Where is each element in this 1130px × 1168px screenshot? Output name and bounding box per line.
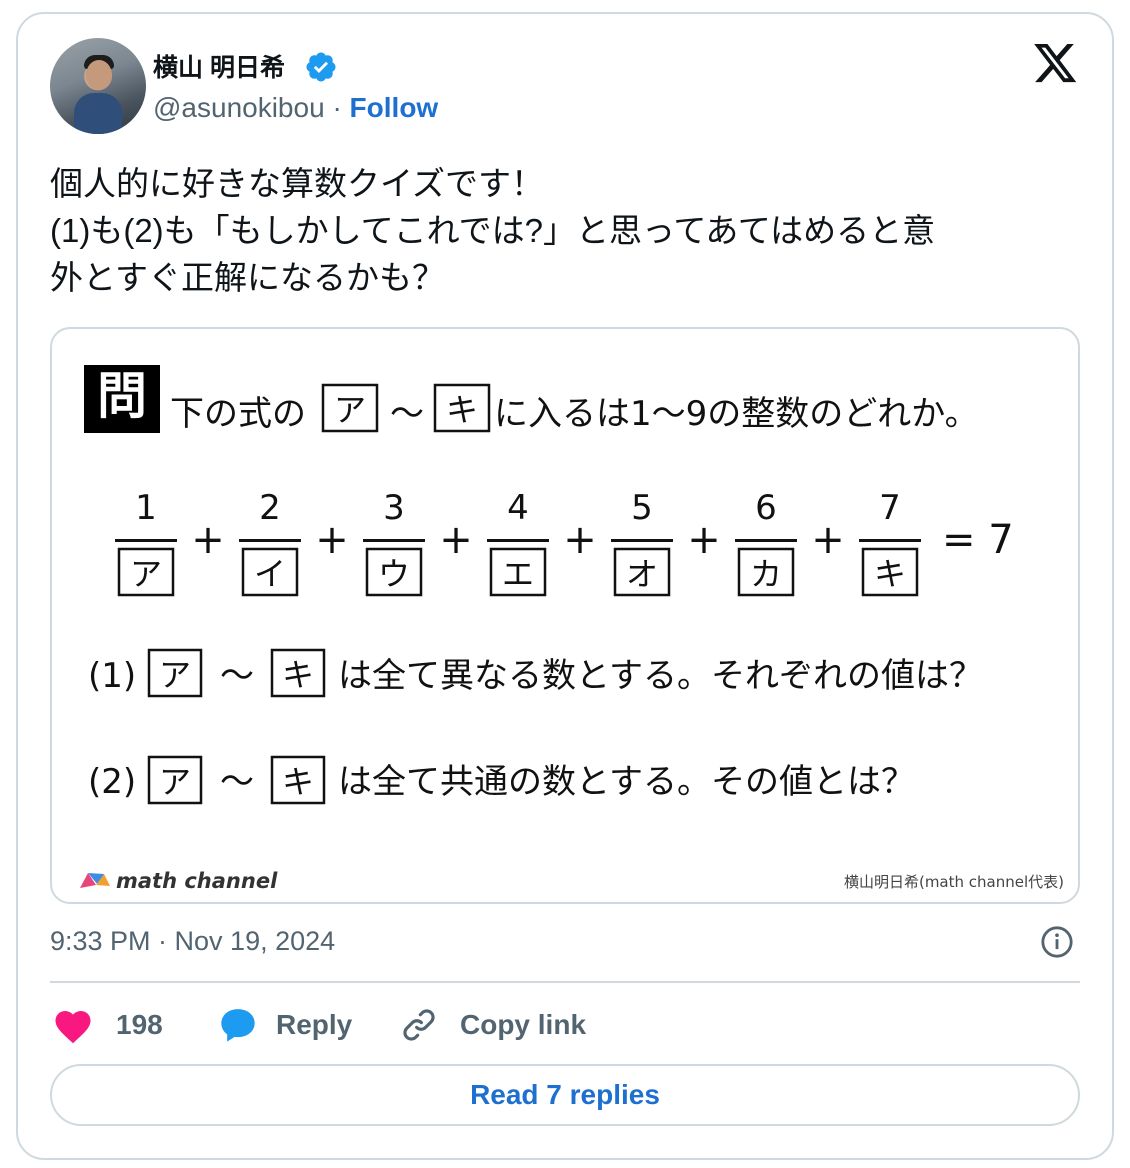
- fraction-numerator: 5: [631, 488, 653, 528]
- math-channel-logo-icon: [80, 873, 110, 888]
- link-icon: [403, 1009, 435, 1041]
- quiz-image: 問 下の式の ア ～ キ に入るは1～9の整数のどれか。 1 ア +2 イ +3 ウ +4 エ…: [80, 365, 1064, 893]
- credit-text: 横山明日希(math channel代表): [844, 873, 1064, 891]
- fraction-bar: [859, 539, 921, 542]
- box-last-label: キ: [446, 391, 478, 429]
- fraction-bar: [487, 539, 549, 542]
- q1-label: (1): [88, 656, 136, 696]
- tweet-media-image[interactable]: 問 下の式の ア ～ キ に入るは1～9の整数のどれか。 1 ア +2 イ +3 ウ +4 エ…: [50, 327, 1080, 904]
- q1-box-first-label: ア: [159, 656, 191, 694]
- fraction-bar: [363, 539, 425, 542]
- q2-tilde: ～: [220, 762, 254, 802]
- read-replies-label: Read 7 replies: [470, 1079, 660, 1110]
- fraction-bar: [115, 539, 177, 542]
- tweet-text: 個人的に好きな算数クイズです！ (1)も(2)も「もしかしてこれでは?」と思って…: [50, 160, 1070, 301]
- fraction-numerator: 6: [755, 488, 777, 528]
- fraction-bar: [239, 539, 301, 542]
- plus-sign: +: [439, 517, 473, 563]
- reply-button[interactable]: Reply: [218, 1000, 352, 1050]
- fraction-numerator: 4: [507, 488, 529, 528]
- denominator-label: イ: [254, 555, 286, 593]
- x-logo-icon[interactable]: [1034, 44, 1078, 84]
- q2-box-last-label: キ: [282, 763, 314, 801]
- fraction-bar: [611, 539, 673, 542]
- denominator-label: エ: [502, 555, 534, 593]
- fraction-numerator: 2: [259, 488, 281, 528]
- instruction-tilde: ～: [390, 394, 424, 434]
- tweet-line: (1)も(2)も「もしかしてこれでは?」と思ってあてはめると意: [50, 212, 936, 249]
- tweet-line: 外とすぐ正解になるかも？: [50, 259, 446, 296]
- fraction-equation: 1 ア +2 イ +3 ウ +4 エ +5 オ +6 カ +7 キ = 7: [115, 488, 1014, 597]
- follow-button[interactable]: Follow: [350, 92, 439, 123]
- separator: ·: [332, 92, 342, 123]
- denominator-label: ア: [130, 555, 162, 593]
- instruction-post: に入るは1～9の整数のどれか。: [494, 394, 979, 434]
- fraction-numerator: 3: [383, 488, 405, 528]
- equals-seven: = 7: [942, 517, 1014, 563]
- verified-badge-icon: [306, 52, 336, 82]
- q2-label: (2): [88, 762, 136, 802]
- speech-bubble-icon: [221, 1009, 255, 1042]
- q1-tilde: ～: [220, 656, 254, 696]
- instruction-pre: 下の式の: [170, 394, 306, 434]
- like-button[interactable]: 198: [52, 1000, 163, 1050]
- plus-sign: +: [687, 517, 721, 563]
- denominator-label: キ: [874, 555, 906, 593]
- q1-text: は全て異なる数とする。それぞれの値は？: [338, 656, 983, 696]
- tweet-line: 個人的に好きな算数クイズです！: [50, 165, 545, 202]
- plus-sign: +: [811, 517, 845, 563]
- reply-label: Reply: [276, 1009, 353, 1040]
- plus-sign: +: [563, 517, 597, 563]
- fraction-bar: [735, 539, 797, 542]
- box-first-label: ア: [334, 391, 366, 429]
- denominator-label: オ: [626, 555, 658, 593]
- denominator-label: カ: [750, 555, 782, 593]
- copy-link-button[interactable]: Copy link: [400, 1000, 586, 1050]
- brand-name: math channel: [116, 869, 278, 893]
- display-name[interactable]: 横山 明日希: [153, 48, 285, 84]
- handle[interactable]: @asunokibou: [153, 92, 325, 123]
- avatar[interactable]: [50, 38, 146, 134]
- q2-text: は全て共通の数とする。その値とは？: [338, 762, 915, 802]
- handle-row: @asunokibou · Follow: [153, 92, 438, 124]
- q1-box-last-label: キ: [282, 656, 314, 694]
- fraction-numerator: 1: [135, 488, 157, 528]
- denominator-label: ウ: [378, 555, 410, 593]
- timestamp[interactable]: 9:33 PM · Nov 19, 2024: [50, 926, 335, 957]
- info-icon[interactable]: [1040, 925, 1074, 959]
- plus-sign: +: [191, 517, 225, 563]
- like-count: 198: [116, 1009, 163, 1040]
- heart-icon: [55, 1011, 91, 1044]
- read-replies-button[interactable]: Read 7 replies: [50, 1064, 1080, 1126]
- q2-box-first-label: ア: [159, 763, 191, 801]
- fraction-numerator: 7: [879, 488, 901, 528]
- problem-mark: 問: [97, 367, 147, 425]
- copy-link-label: Copy link: [460, 1009, 587, 1040]
- divider: [50, 981, 1080, 983]
- plus-sign: +: [315, 517, 349, 563]
